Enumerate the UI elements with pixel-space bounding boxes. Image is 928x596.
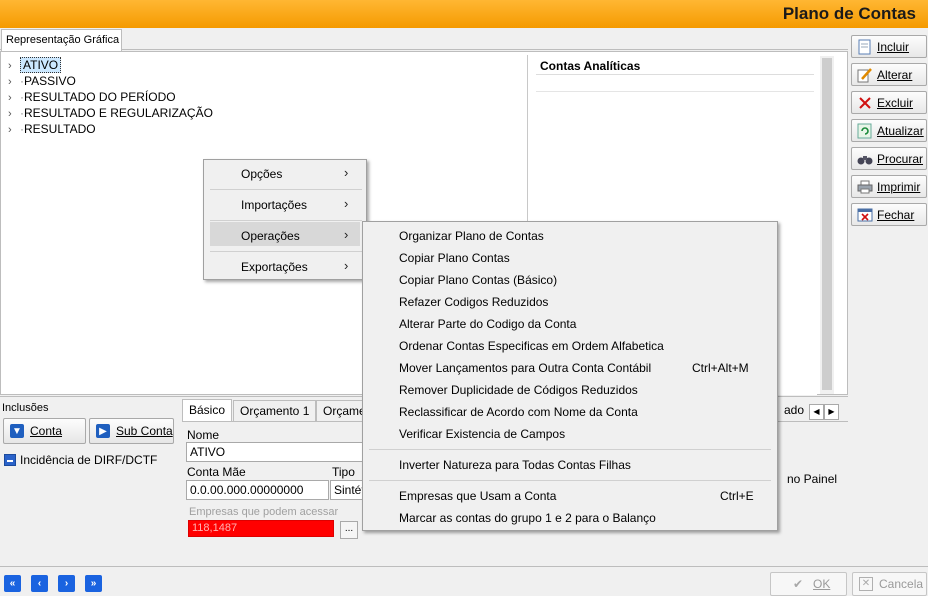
first-record-icon[interactable]: « [4,575,21,592]
tab-partial[interactable]: ado [778,400,810,421]
document-icon [857,39,873,55]
empresas-placeholder: Empresas que podem acessar [189,506,339,518]
arrow-right-icon: ▶ [96,424,110,438]
alterar-button[interactable]: Alterar [851,63,927,86]
contas-analiticas-header: Contas Analíticas [536,56,814,75]
refresh-icon [857,123,873,139]
tree-item-label: ATIVO [20,57,62,73]
chevron-right-icon[interactable]: › [8,106,20,122]
menu-item-verificar-campos[interactable]: Verificar Existencia de Campos [399,427,565,441]
conta-mae-field[interactable]: 0.0.00.000.00000000 [186,480,329,500]
menu-item-copiar[interactable]: Copiar Plano Contas [399,251,510,265]
vertical-scrollbar[interactable] [820,56,834,394]
contas-empty-row[interactable] [536,75,814,92]
last-record-icon[interactable]: » [85,575,102,592]
context-menu: Opções › Importações › Operações › Expor… [203,159,367,280]
tree-item-ativo[interactable]: › ATIVO [8,57,62,74]
menu-item-copiar-basico[interactable]: Copiar Plano Contas (Básico) [399,273,557,287]
tab-orcamento-1[interactable]: Orçamento 1 [233,400,317,421]
menu-item-remover-duplicidade[interactable]: Remover Duplicidade de Códigos Reduzidos [399,383,638,397]
menu-item-marcar-contas[interactable]: Marcar as contas do grupo 1 e 2 para o B… [399,511,656,525]
menu-item-exportacoes[interactable]: Exportações [241,260,308,274]
chevron-right-icon: › [344,258,349,273]
shortcut-ctrl-alt-m: Ctrl+Alt+M [692,361,749,375]
sub-conta-button[interactable]: ▶ Sub Conta [89,418,174,444]
excluir-button[interactable]: Excluir [851,91,927,114]
edit-icon [857,67,873,83]
tree-item-label: RESULTADO E REGULARIZAÇÃO [24,106,213,120]
incluir-button[interactable]: Incluir [851,35,927,58]
chevron-right-icon: › [344,196,349,211]
checkmark-icon: ✔ [793,577,804,591]
title-bar: Plano de Contas [0,0,928,28]
menu-item-empresas-usam[interactable]: Empresas que Usam a Conta [399,489,556,503]
dirf-dctf-checkbox[interactable]: Incidência de DIRF/DCTF [4,453,157,467]
tipo-select[interactable]: Sintét [330,480,364,500]
menu-item-operacoes[interactable]: Operações [241,229,300,243]
chevron-right-icon[interactable]: › [8,122,20,138]
chevron-right-icon: › [344,165,349,180]
atualizar-button[interactable]: Atualizar [851,119,927,142]
previous-record-icon[interactable]: ‹ [31,575,48,592]
painel-label: no Painel [787,472,838,486]
tree-item-label: RESULTADO DO PERÍODO [24,90,176,104]
tab-strip [0,28,848,50]
menu-item-mover-lancamentos[interactable]: Mover Lançamentos para Outra Conta Contá… [399,361,651,375]
chevron-right-icon[interactable]: › [8,90,20,106]
menu-item-inverter-natureza[interactable]: Inverter Natureza para Todas Contas Filh… [399,458,631,472]
fechar-button[interactable]: Fechar [851,203,927,226]
tab-basico[interactable]: Básico [182,399,233,422]
cancel-icon: ✕ [859,577,873,591]
conta-button[interactable]: ▼ Conta [3,418,86,444]
menu-item-ordenar[interactable]: Ordenar Contas Especificas em Ordem Alfa… [399,339,664,353]
empresas-browse-button[interactable]: ... [340,521,358,539]
nome-field[interactable]: ATIVO [186,442,366,462]
chevron-right-icon[interactable]: › [8,74,20,90]
checkbox-indeterminate-icon[interactable] [4,454,16,466]
procurar-button[interactable]: Procurar [851,147,927,170]
next-record-icon[interactable]: › [58,575,75,592]
tree-item-passivo[interactable]: › ·PASSIVO [8,73,76,89]
close-window-icon [857,207,873,223]
ok-button[interactable]: ✔ OK [770,572,847,596]
menu-item-opcoes[interactable]: Opções [241,167,282,181]
tree-item-resultado-regularizacao[interactable]: › ·RESULTADO E REGULARIZAÇÃO [8,105,213,121]
dirf-dctf-label: Incidência de DIRF/DCTF [20,453,158,467]
menu-item-importacoes[interactable]: Importações [241,198,307,212]
nome-label: Nome [187,428,220,442]
tree-item-resultado-periodo[interactable]: › ·RESULTADO DO PERÍODO [8,89,176,105]
menu-item-refazer-codigos[interactable]: Refazer Codigos Reduzidos [399,295,548,309]
chevron-right-icon[interactable]: › [8,58,20,74]
menu-item-reclassificar[interactable]: Reclassificar de Acordo com Nome da Cont… [399,405,638,419]
arrow-down-icon: ▼ [10,424,24,438]
tree-item-resultado[interactable]: › ·RESULTADO [8,121,96,137]
scrollbar-thumb[interactable] [822,58,832,390]
cancela-button[interactable]: ✕ Cancela [852,572,927,596]
tipo-label: Tipo [332,465,355,479]
menu-item-organizar[interactable]: Organizar Plano de Contas [399,229,544,243]
empresas-field[interactable]: 118,1487 [188,520,334,537]
shortcut-ctrl-e: Ctrl+E [720,489,754,503]
imprimir-button[interactable]: Imprimir [851,175,927,198]
menu-item-alterar-codigo[interactable]: Alterar Parte do Codigo da Conta [399,317,576,331]
binoculars-icon [857,151,873,167]
tab-representacao-grafica[interactable]: Representação Gráfica [1,29,122,51]
tab-orcamento-2[interactable]: Orçame [316,400,364,421]
conta-mae-label: Conta Mãe [187,465,246,479]
tree-item-label: PASSIVO [24,74,76,88]
inclusoes-label: Inclusões [2,402,49,414]
tree-item-label: RESULTADO [24,122,96,136]
operacoes-submenu: Organizar Plano de Contas Copiar Plano C… [362,221,778,531]
tab-scroll-left-icon[interactable]: ◀ [809,404,824,420]
window-title: Plano de Contas [782,4,916,23]
chevron-right-icon: › [344,227,349,242]
tab-scroll-right-icon[interactable]: ▶ [824,404,839,420]
delete-icon [857,95,873,111]
printer-icon [857,179,873,195]
